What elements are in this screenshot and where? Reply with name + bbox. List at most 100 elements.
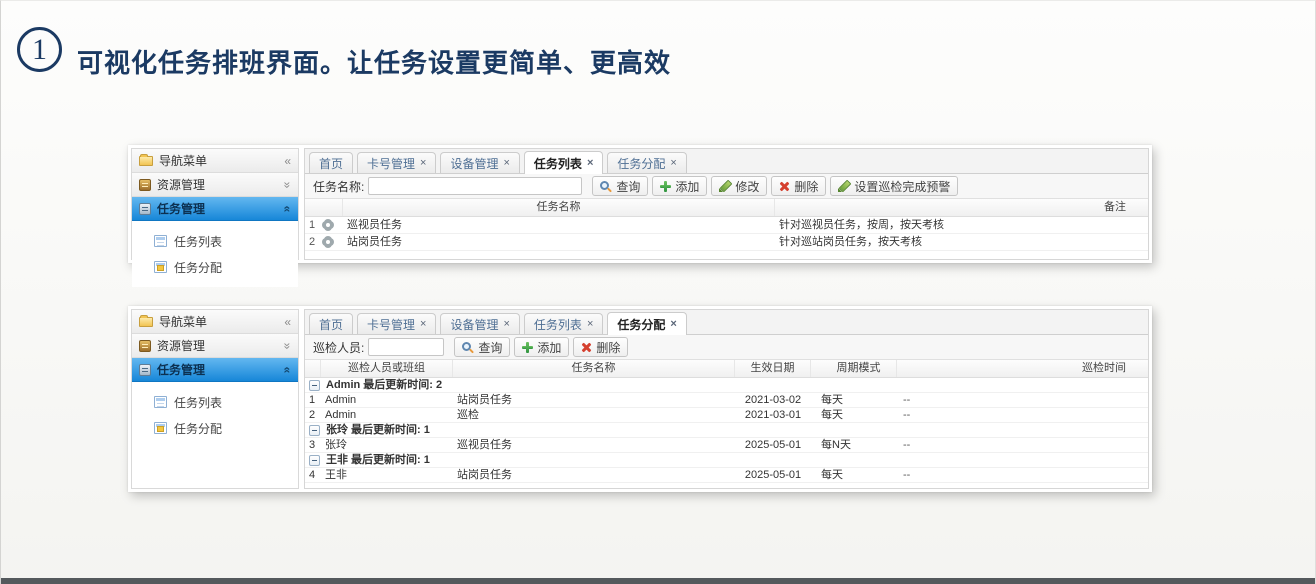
table-row[interactable]: 1 巡视员任务 针对巡视员任务，按周，按天考核: [305, 217, 1148, 234]
table-row[interactable]: 4 王非 站岗员任务 2025-05-01 每天 --: [305, 468, 1148, 483]
table-row[interactable]: 3 张玲 巡视员任务 2025-05-01 每N天 --: [305, 438, 1148, 453]
close-icon[interactable]: ×: [587, 318, 593, 330]
task-name-cell: 巡视员任务: [343, 217, 775, 233]
tab-label: 任务列表: [534, 316, 582, 333]
table-row[interactable]: 2 Admin 巡检 2021-03-01 每天 --: [305, 408, 1148, 423]
navigation-sidebar: 导航菜单 « 资源管理 » 任务管理 « 任务列表 任务分配: [131, 148, 299, 260]
person-cell: 张玲: [321, 438, 453, 452]
collapse-group-icon[interactable]: [309, 380, 320, 391]
column-header-rownum[interactable]: [305, 360, 321, 377]
column-header-time[interactable]: 巡检时间: [897, 360, 1148, 377]
time-cell: --: [897, 468, 1148, 482]
close-icon[interactable]: ×: [503, 157, 509, 169]
task-assign-icon: [154, 422, 167, 434]
tab-label: 设备管理: [450, 316, 498, 333]
search-button[interactable]: 查询: [454, 337, 510, 357]
task-assign-icon: [154, 261, 167, 273]
close-icon[interactable]: ×: [420, 318, 426, 330]
search-button[interactable]: 查询: [592, 176, 648, 196]
row-number: 2: [305, 408, 321, 422]
close-icon[interactable]: ×: [503, 318, 509, 330]
tab-label: 卡号管理: [367, 155, 415, 172]
table-row[interactable]: 1 Admin 站岗员任务 2021-03-02 每天 --: [305, 393, 1148, 408]
resource-icon: [139, 340, 151, 352]
collapse-group-icon[interactable]: [309, 425, 320, 436]
screenshot-task-list: 导航菜单 « 资源管理 » 任务管理 « 任务列表 任务分配: [128, 145, 1152, 263]
task-name-input[interactable]: [368, 177, 582, 195]
sidebar-header-nav-menu[interactable]: 导航菜单 «: [132, 149, 298, 173]
tab-task-assign[interactable]: 任务分配 ×: [607, 152, 686, 173]
sidebar-item-task-list[interactable]: 任务列表: [132, 389, 298, 415]
chevron-down-icon[interactable]: »: [282, 181, 294, 188]
collapse-sidebar-icon[interactable]: «: [284, 155, 291, 167]
close-icon[interactable]: ×: [587, 157, 593, 169]
inspector-input[interactable]: [368, 338, 444, 356]
tab-card-management[interactable]: 卡号管理 ×: [357, 313, 436, 334]
tab-device-management[interactable]: 设备管理 ×: [440, 152, 519, 173]
tab-card-management[interactable]: 卡号管理 ×: [357, 152, 436, 173]
sidebar-item-task-assign[interactable]: 任务分配: [132, 254, 298, 280]
navigation-sidebar: 导航菜单 « 资源管理 » 任务管理 « 任务列表 任务分配: [131, 309, 299, 489]
button-label: 查询: [478, 339, 502, 356]
add-button[interactable]: 添加: [514, 337, 569, 357]
person-cell: Admin: [321, 408, 453, 422]
close-icon[interactable]: ×: [420, 157, 426, 169]
task-assign-table: 巡检人员或班组 任务名称 生效日期 周期模式 巡检时间 Admin 最后更新时间…: [305, 360, 1148, 488]
search-icon: [600, 180, 612, 192]
collapse-sidebar-icon[interactable]: «: [284, 316, 291, 328]
sidebar-group-label: 资源管理: [157, 337, 205, 354]
row-number: 3: [305, 438, 321, 452]
group-row-admin[interactable]: Admin 最后更新时间: 2: [305, 378, 1148, 393]
mode-cell: 每天: [811, 393, 897, 407]
sidebar-group-tasks[interactable]: 任务管理 «: [132, 197, 298, 221]
column-header-rownum[interactable]: [305, 199, 343, 216]
delete-button[interactable]: 删除: [573, 337, 628, 357]
tab-device-management[interactable]: 设备管理 ×: [440, 313, 519, 334]
tab-task-list[interactable]: 任务列表 ×: [524, 151, 603, 174]
person-cell: Admin: [321, 393, 453, 407]
task-list-icon: [154, 396, 167, 408]
group-row-zhangling[interactable]: 张玲 最后更新时间: 1: [305, 423, 1148, 438]
step-number-badge: 1: [17, 27, 62, 72]
column-header-date[interactable]: 生效日期: [735, 360, 811, 377]
remark-cell: 针对巡站岗员任务，按天考核: [775, 234, 1148, 250]
add-button[interactable]: 添加: [652, 176, 707, 196]
mode-cell: 每天: [811, 408, 897, 422]
chevron-up-icon[interactable]: «: [282, 205, 294, 212]
group-row-wangfei[interactable]: 王非 最后更新时间: 1: [305, 453, 1148, 468]
tab-home[interactable]: 首页: [309, 152, 353, 173]
column-header-remark[interactable]: 备注: [775, 199, 1148, 216]
delete-button[interactable]: 删除: [771, 176, 826, 196]
close-icon[interactable]: ×: [670, 318, 676, 330]
tab-task-assign[interactable]: 任务分配 ×: [607, 312, 686, 335]
gear-icon[interactable]: [323, 220, 333, 230]
row-number: 4: [305, 468, 321, 482]
date-cell: 2025-05-01: [735, 438, 811, 452]
sidebar-item-task-assign[interactable]: 任务分配: [132, 415, 298, 441]
folder-icon: [139, 156, 153, 166]
date-cell: 2021-03-02: [735, 393, 811, 407]
column-header-task[interactable]: 任务名称: [453, 360, 735, 377]
tab-task-list[interactable]: 任务列表 ×: [524, 313, 603, 334]
column-header-task-name[interactable]: 任务名称: [343, 199, 775, 216]
column-header-person[interactable]: 巡检人员或班组: [321, 360, 453, 377]
column-header-mode[interactable]: 周期模式: [811, 360, 897, 377]
edit-icon: [719, 180, 731, 192]
collapse-group-icon[interactable]: [309, 455, 320, 466]
gear-icon[interactable]: [323, 237, 333, 247]
set-inspection-warning-button[interactable]: 设置巡检完成预警: [830, 176, 958, 196]
close-icon[interactable]: ×: [670, 157, 676, 169]
sidebar-group-resources[interactable]: 资源管理 »: [132, 173, 298, 197]
sidebar-item-label: 任务列表: [174, 233, 222, 250]
chevron-down-icon[interactable]: »: [282, 342, 294, 349]
edit-button[interactable]: 修改: [711, 176, 767, 196]
tab-home[interactable]: 首页: [309, 313, 353, 334]
chevron-up-icon[interactable]: «: [282, 366, 294, 373]
sidebar-group-tasks[interactable]: 任务管理 «: [132, 358, 298, 382]
main-panel-task-list: 首页 卡号管理 × 设备管理 × 任务列表 × 任务分配 ×: [304, 148, 1149, 260]
sidebar-group-resources[interactable]: 资源管理 »: [132, 334, 298, 358]
table-row[interactable]: 2 站岗员任务 针对巡站岗员任务，按天考核: [305, 234, 1148, 251]
sidebar-header-nav-menu[interactable]: 导航菜单 «: [132, 310, 298, 334]
sidebar-item-task-list[interactable]: 任务列表: [132, 228, 298, 254]
task-name-cell: 站岗员任务: [343, 234, 775, 250]
